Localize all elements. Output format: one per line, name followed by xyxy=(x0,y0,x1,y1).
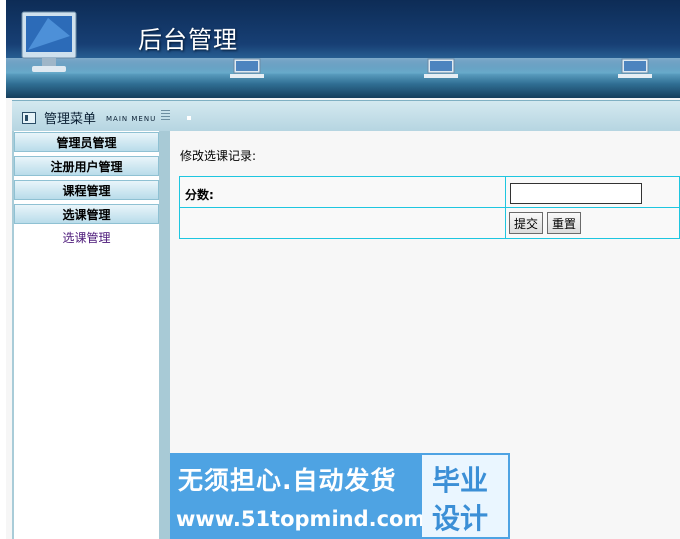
menu-subtitle: MAIN MENU xyxy=(106,115,157,123)
watermark-badge-line2: 设计 xyxy=(432,502,489,535)
watermark-banner: 无须担心.自动发货 www.51topmind.com 毕业 设计 xyxy=(170,453,510,539)
monitor-icon xyxy=(618,58,652,78)
sidebar-divider xyxy=(159,131,170,539)
submit-button[interactable]: 提交 xyxy=(509,212,544,234)
sidebar-link-enrollment[interactable]: 选课管理 xyxy=(14,229,159,246)
menu-toggle-icon[interactable] xyxy=(161,110,170,120)
watermark-text: 无须担心.自动发货 xyxy=(178,466,397,495)
monitor-icon xyxy=(230,58,264,78)
sidebar-item-admin[interactable]: 管理员管理 xyxy=(14,132,159,152)
banner-shine xyxy=(0,58,680,74)
page-title: 后台管理 xyxy=(138,26,238,54)
watermark-url: www.51topmind.com xyxy=(176,507,426,531)
bullet-icon xyxy=(187,116,191,120)
sidebar-item-users[interactable]: 注册用户管理 xyxy=(14,156,159,176)
actions-label-cell xyxy=(179,207,506,239)
menu-header: 管理菜单 MAIN MENU xyxy=(22,108,156,127)
monitor-icon xyxy=(424,58,458,78)
score-label: 分数: xyxy=(185,188,214,202)
watermark-badge-line1: 毕业 xyxy=(432,464,489,497)
header-banner: 后台管理 xyxy=(0,0,680,98)
reset-button[interactable]: 重置 xyxy=(547,212,582,234)
form-heading: 修改选课记录: xyxy=(180,149,257,163)
score-input[interactable] xyxy=(510,183,642,204)
score-label-cell xyxy=(179,176,506,208)
sidebar-item-courses[interactable]: 课程管理 xyxy=(14,180,159,200)
watermark-badge: 毕业 设计 xyxy=(422,455,508,537)
monitor-icon xyxy=(21,11,77,72)
sidebar-item-enrollment[interactable]: 选课管理 xyxy=(14,204,159,224)
menu-icon xyxy=(22,111,36,124)
menu-title: 管理菜单 xyxy=(44,112,97,127)
window-left-edge xyxy=(0,0,6,539)
